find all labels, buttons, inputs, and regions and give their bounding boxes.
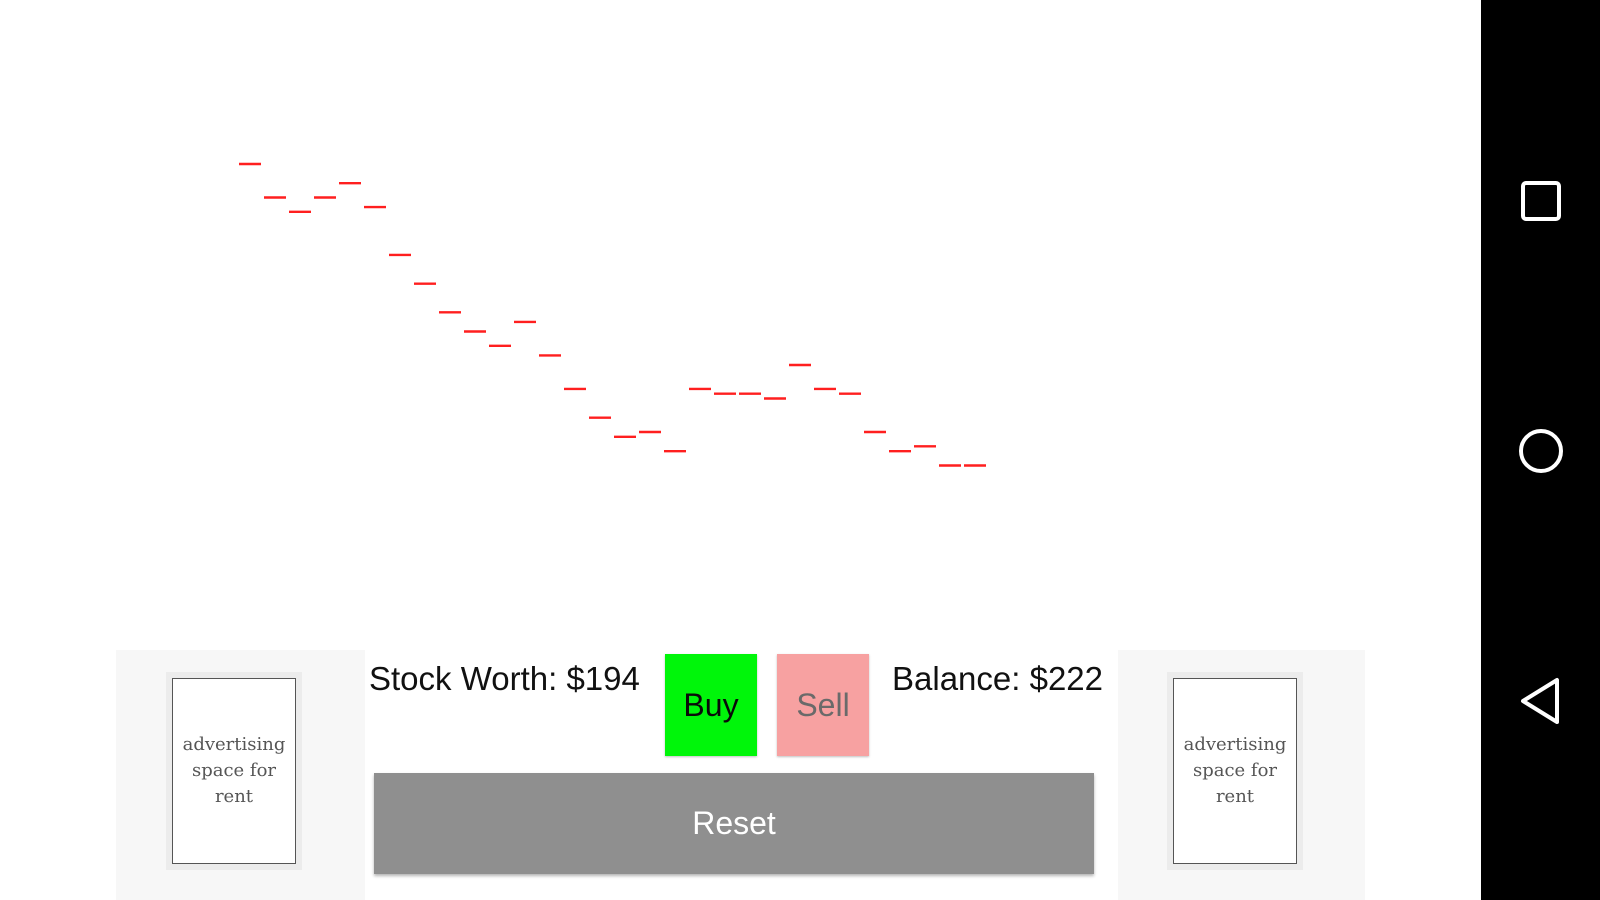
home-button[interactable]	[1481, 406, 1600, 496]
stock-game-screen: advertising space for rent Stock Worth: …	[0, 0, 1481, 900]
left-ad-text: advertising space for rent	[172, 678, 296, 864]
recents-button[interactable]	[1481, 156, 1600, 246]
reset-button[interactable]: Reset	[374, 773, 1094, 874]
stock-worth-label: Stock Worth: $194	[369, 660, 640, 697]
trade-controls: Stock Worth: $194 Buy Sell Balance: $222…	[365, 650, 1118, 900]
right-ad-text: advertising space for rent	[1173, 678, 1297, 864]
stock-price-chart	[239, 162, 986, 467]
buy-button[interactable]: Buy	[665, 654, 757, 756]
right-ad-banner[interactable]: advertising space for rent	[1167, 672, 1303, 870]
sell-button[interactable]: Sell	[777, 654, 869, 756]
triangle-back-icon	[1520, 678, 1559, 724]
square-icon	[1520, 181, 1561, 221]
balance-label: Balance: $222	[892, 660, 1104, 697]
back-button[interactable]	[1481, 656, 1600, 746]
circle-icon	[1518, 429, 1563, 473]
left-ad-banner[interactable]: advertising space for rent	[166, 672, 302, 870]
android-navigation-bar	[1481, 0, 1600, 900]
control-panel: advertising space for rent Stock Worth: …	[116, 650, 1365, 900]
